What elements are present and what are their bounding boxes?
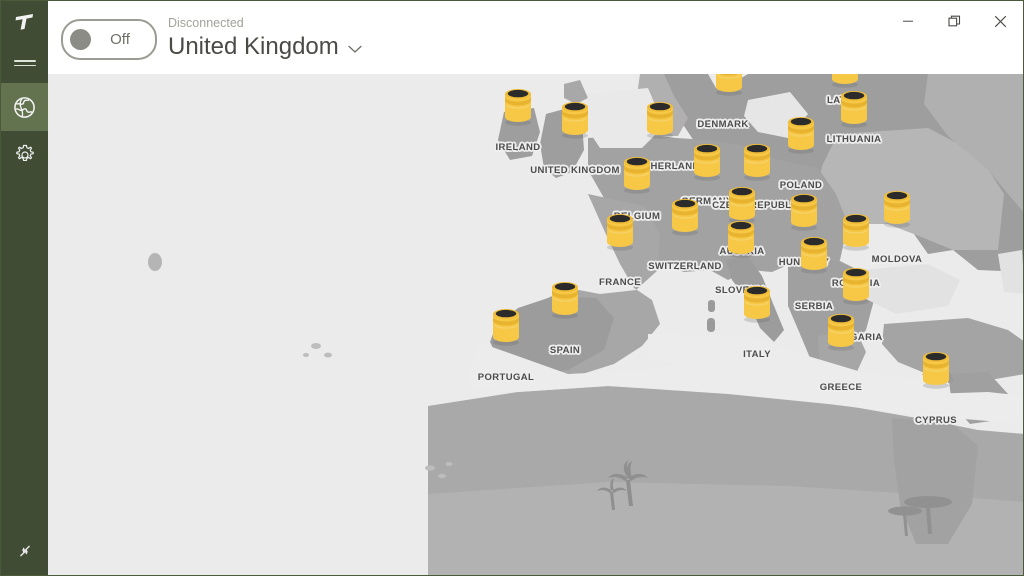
map-marker-label: GREECE [819,382,863,393]
sidebar [1,1,48,575]
header-bar: Off Disconnected United Kingdom [48,1,1023,74]
gear-icon [15,144,34,162]
barrel-icon [505,89,531,126]
close-button[interactable] [977,1,1023,41]
barrel-icon [788,117,814,154]
map-marker-label: CYPRUS [915,415,957,426]
sidebar-item-menu[interactable] [1,43,48,83]
map-marker-label: DENMARK [697,119,749,130]
app-window: Off Disconnected United Kingdom IRELAND … [0,0,1024,576]
map-marker-label: ITALY [743,349,771,360]
barrel-icon [728,221,754,258]
barrel-icon [672,199,698,236]
barrel-icon [791,194,817,231]
barrel-icon [694,144,720,181]
barrel-icon [552,282,578,319]
sidebar-item-locations[interactable] [1,83,48,131]
brand-logo-icon [15,14,33,30]
sidebar-item-collapse[interactable] [1,529,48,573]
globe-icon [14,96,35,118]
country-selector[interactable]: United Kingdom [168,32,362,62]
barrel-icon [843,214,869,251]
chevron-down-icon [348,32,362,62]
map-marker-label: IRELAND [495,142,541,153]
barrel-icon [716,74,742,96]
connection-status-block: Disconnected United Kingdom [168,15,362,62]
collapse-arrows-icon [19,545,30,557]
toggle-label: Off [110,31,130,48]
barrel-icon [744,144,770,181]
barrel-icon [607,214,633,251]
barrel-icon [647,102,673,139]
barrel-icon [841,91,867,128]
sidebar-item-settings[interactable] [1,131,48,179]
map-marker-label: MOLDOVA [871,254,923,265]
map-marker-label: LITHUANIA [826,134,882,145]
restore-button[interactable] [931,1,977,41]
world-map[interactable]: IRELANDUNITED KINGDOMNETHERLANDDENMARKLA… [48,74,1023,575]
minimize-button[interactable] [885,1,931,41]
barrel-icon [801,237,827,274]
map-marker-label: FRANCE [599,277,641,288]
hamburger-menu-icon [13,57,36,69]
window-controls [885,1,1023,41]
barrel-icon [744,286,770,323]
connection-toggle[interactable]: Off [61,19,157,60]
barrel-icon [493,309,519,346]
toggle-knob [70,29,91,50]
map-marker-label: PORTUGAL [477,372,535,383]
barrel-icon [624,157,650,194]
map-marker-label: SPAIN [549,345,581,356]
sidebar-logo[interactable] [1,1,48,43]
barrel-icon [923,352,949,389]
map-marker-label: SWITZERLAND [648,261,722,272]
connection-status-text: Disconnected [168,16,244,30]
map-marker-label: UNITED KINGDOM [530,165,620,176]
barrel-icon [843,268,869,305]
country-name: United Kingdom [168,33,339,60]
barrel-icon [828,314,854,351]
barrel-icon [884,191,910,228]
barrel-icon [562,102,588,139]
